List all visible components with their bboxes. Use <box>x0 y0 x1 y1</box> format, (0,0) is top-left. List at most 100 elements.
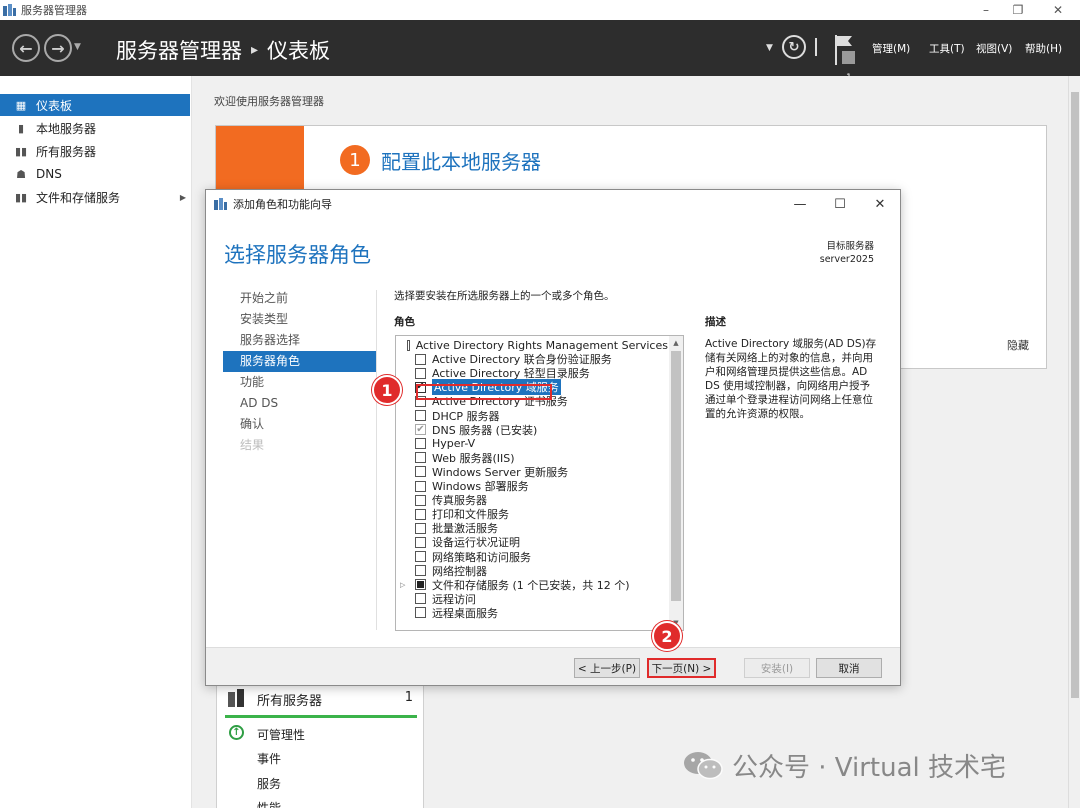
window-title: 服务器管理器 <box>21 4 87 17</box>
tile-item-performance[interactable]: 性能 <box>257 799 281 808</box>
nav-item-file-storage[interactable]: ▮▮ 文件和存储服务 ▶ <box>0 186 190 208</box>
watermark-text: 公众号 · Virtual 技术宅 <box>732 752 1007 783</box>
role-label: DNS 服务器 (已安装) <box>432 423 538 437</box>
expand-arrow-icon[interactable]: ▷ <box>400 581 409 589</box>
role-row[interactable]: 远程访问 <box>396 592 668 606</box>
role-row[interactable]: DHCP 服务器 <box>396 409 668 423</box>
main-scrollbar[interactable] <box>1068 76 1080 808</box>
role-label: Active Directory Rights Management Servi… <box>415 338 668 352</box>
menu-tools[interactable]: 工具(T) <box>929 41 965 56</box>
servers-tile-count: 1 <box>404 690 413 705</box>
nav-item-all-servers[interactable]: ▮▮ 所有服务器 <box>0 140 190 162</box>
role-checkbox[interactable] <box>415 494 426 506</box>
menu-help[interactable]: 帮助(H) <box>1025 41 1062 56</box>
role-checkbox[interactable] <box>415 508 426 520</box>
role-checkbox[interactable] <box>415 438 426 450</box>
step-server-selection[interactable]: 服务器选择 <box>223 330 376 351</box>
role-row[interactable]: 设备运行状况证明 <box>396 535 668 549</box>
role-row[interactable]: 网络控制器 <box>396 564 668 578</box>
role-checkbox[interactable] <box>415 565 426 577</box>
scrollbar-thumb[interactable] <box>1071 92 1079 698</box>
role-checkbox[interactable] <box>415 466 426 478</box>
role-row[interactable]: Web 服务器(IIS) <box>396 451 668 465</box>
cancel-button[interactable]: 取消 <box>816 658 882 678</box>
role-checkbox[interactable] <box>415 480 426 492</box>
wizard-steps: 开始之前 安装类型 服务器选择 服务器角色 功能 AD DS 确认 结果 <box>223 288 376 456</box>
roles-list[interactable]: ▲ ▼ Active Directory Rights Management S… <box>395 335 684 631</box>
roles-scrollbar-thumb[interactable] <box>671 351 681 601</box>
forward-button[interactable]: → <box>44 34 72 62</box>
server-icon: ▮ <box>17 121 25 135</box>
role-checkbox[interactable] <box>406 339 410 351</box>
nav-label: 仪表板 <box>36 98 73 113</box>
step-ad-ds[interactable]: AD DS <box>223 393 376 414</box>
all-servers-tile[interactable]: 所有服务器 1 ↑ 可管理性 事件 服务 性能 <box>216 680 424 808</box>
refresh-icon[interactable]: ↻ <box>782 35 806 59</box>
target-server-value: server2025 <box>819 254 874 265</box>
role-row[interactable]: 远程桌面服务 <box>396 606 668 620</box>
nav-item-dns[interactable]: ☗ DNS <box>0 163 190 185</box>
menu-manage[interactable]: 管理(M) <box>872 41 910 56</box>
step-features[interactable]: 功能 <box>223 372 376 393</box>
role-row[interactable]: ▷ 文件和存储服务 (1 个已安装，共 12 个) <box>396 578 668 592</box>
header-divider <box>815 38 817 56</box>
dialog-close-button[interactable]: ✕ <box>869 194 891 214</box>
server-manager-icon <box>3 4 16 16</box>
step-server-roles[interactable]: 服务器角色 <box>223 351 376 372</box>
role-checkbox[interactable] <box>415 452 426 464</box>
role-row[interactable]: Windows Server 更新服务 <box>396 465 668 479</box>
menu-view[interactable]: 视图(V) <box>976 41 1012 56</box>
role-row[interactable]: Active Directory 联合身份验证服务 <box>396 352 668 366</box>
role-checkbox[interactable] <box>415 593 426 605</box>
role-checkbox[interactable] <box>415 551 426 562</box>
dialog-minimize-button[interactable]: — <box>789 194 811 214</box>
role-checkbox[interactable] <box>415 367 426 379</box>
role-row[interactable]: ✔ DNS 服务器 (已安装) <box>396 423 668 437</box>
role-row[interactable]: Active Directory 轻型目录服务 <box>396 366 668 380</box>
role-row[interactable]: 打印和文件服务 <box>396 507 668 521</box>
role-row[interactable]: 批量激活服务 <box>396 521 668 535</box>
configure-local-server-link[interactable]: 配置此本地服务器 <box>381 146 541 175</box>
role-row[interactable]: Windows 部署服务 <box>396 479 668 493</box>
previous-button[interactable]: < 上一步(P) <box>574 658 640 678</box>
step-installation-type[interactable]: 安装类型 <box>223 309 376 330</box>
history-dropdown-icon[interactable]: ▼ <box>74 42 81 52</box>
expand-arrow-icon[interactable]: ▶ <box>180 193 186 202</box>
role-row[interactable]: Active Directory Rights Management Servi… <box>396 338 668 352</box>
watermark: 公众号 · Virtual 技术宅 <box>682 748 1007 783</box>
tile-item-events[interactable]: 事件 <box>257 750 281 767</box>
role-row[interactable]: 网络策略和访问服务 <box>396 550 668 564</box>
steps-divider <box>376 290 377 630</box>
tile-item-services[interactable]: 服务 <box>257 775 281 792</box>
install-button: 安装(I) <box>744 658 810 678</box>
back-button[interactable]: ← <box>12 34 40 62</box>
dns-icon: ☗ <box>16 167 26 181</box>
hide-link[interactable]: 隐藏 <box>1007 337 1029 353</box>
notification-flag-icon[interactable] <box>834 34 860 66</box>
servers-tile-title: 所有服务器 <box>257 694 323 709</box>
step-results: 结果 <box>240 438 265 452</box>
servers-icon: ▮▮ <box>14 144 28 158</box>
restore-button[interactable]: ❐ <box>998 0 1038 20</box>
step-confirmation[interactable]: 确认 <box>223 414 376 435</box>
role-row[interactable]: Hyper-V <box>396 437 668 451</box>
dialog-maximize-button[interactable]: ☐ <box>829 194 851 214</box>
header-dropdown-icon[interactable]: ▼ <box>766 43 773 53</box>
breadcrumb-app: 服务器管理器 <box>116 39 242 63</box>
role-row[interactable]: 传真服务器 <box>396 493 668 507</box>
nav-item-dashboard[interactable]: ▦ 仪表板 <box>0 94 190 116</box>
step-before-you-begin[interactable]: 开始之前 <box>223 288 376 309</box>
role-checkbox[interactable] <box>415 536 426 548</box>
scroll-up-icon[interactable]: ▲ <box>669 336 683 350</box>
role-checkbox[interactable] <box>415 410 426 421</box>
role-checkbox[interactable] <box>415 579 426 591</box>
nav-item-local-server[interactable]: ▮ 本地服务器 <box>0 117 190 139</box>
next-button[interactable]: 下一页(N) > <box>647 658 716 678</box>
role-checkbox[interactable] <box>415 522 426 534</box>
role-checkbox[interactable] <box>415 607 426 619</box>
role-checkbox[interactable] <box>415 353 426 365</box>
role-checkbox: ✔ <box>415 423 426 436</box>
close-button[interactable]: ✕ <box>1038 0 1078 20</box>
tile-item-manageability[interactable]: 可管理性 <box>257 726 305 743</box>
roles-scrollbar[interactable]: ▲ ▼ <box>669 336 683 630</box>
